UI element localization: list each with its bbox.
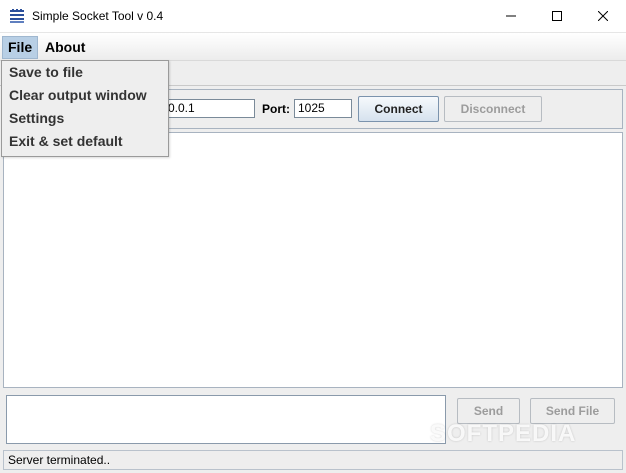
minimize-button[interactable]: [488, 0, 534, 32]
file-menu-dropdown: Save to file Clear output window Setting…: [1, 60, 169, 157]
title-bar: Simple Socket Tool v 0.4: [0, 0, 626, 33]
close-button[interactable]: [580, 0, 626, 32]
status-text: Server terminated..: [8, 453, 111, 467]
menu-item-save-to-file[interactable]: Save to file: [2, 61, 168, 84]
status-bar: Server terminated..: [3, 450, 623, 470]
message-input[interactable]: [6, 395, 446, 444]
minimize-icon: [506, 15, 516, 17]
menu-file[interactable]: File: [2, 36, 39, 59]
port-field[interactable]: 1025: [294, 99, 352, 118]
host-field[interactable]: 0.0.1: [164, 99, 255, 118]
output-window[interactable]: [3, 132, 623, 388]
menu-item-exit[interactable]: Exit & set default: [2, 130, 168, 153]
app-icon: [9, 9, 25, 23]
maximize-icon: [552, 11, 562, 21]
connect-button[interactable]: Connect: [358, 96, 439, 122]
menu-item-clear-output[interactable]: Clear output window: [2, 84, 168, 107]
watermark-logo: SOFTPEDIA: [430, 420, 577, 447]
menu-item-settings[interactable]: Settings: [2, 107, 168, 130]
menu-about[interactable]: About: [40, 37, 90, 58]
window-title: Simple Socket Tool v 0.4: [32, 9, 164, 23]
menu-bar: File About: [0, 33, 626, 61]
disconnect-button[interactable]: Disconnect: [444, 96, 542, 122]
port-label: Port:: [262, 102, 290, 116]
close-icon: [598, 11, 608, 21]
maximize-button[interactable]: [534, 0, 580, 32]
